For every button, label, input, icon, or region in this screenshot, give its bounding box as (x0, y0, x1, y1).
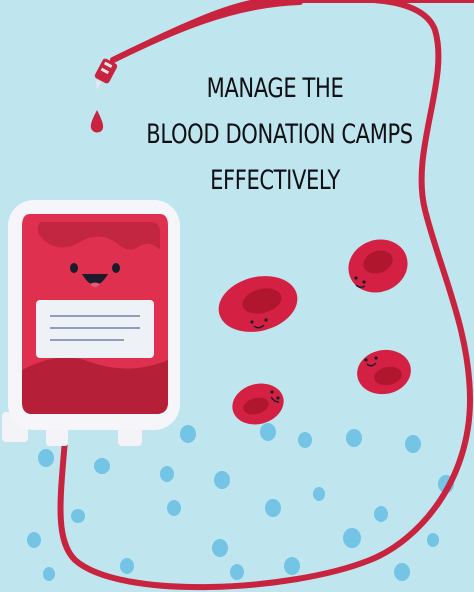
headline-line-1: MANAGE THE (206, 73, 344, 104)
blood-drop-icon (90, 110, 104, 133)
headline-line-2: BLOOD DONATION CAMPS (146, 119, 413, 150)
headline: MANAGE THE BLOOD DONATION CAMPS EFFECTIV… (146, 66, 413, 204)
poster: MANAGE THE BLOOD DONATION CAMPS EFFECTIV… (0, 0, 474, 592)
red-blood-cell-icon (218, 239, 411, 425)
headline-line-3: EFFECTIVELY (210, 165, 340, 196)
blood-bag-icon (2, 200, 180, 446)
bubble-dots (27, 423, 454, 581)
